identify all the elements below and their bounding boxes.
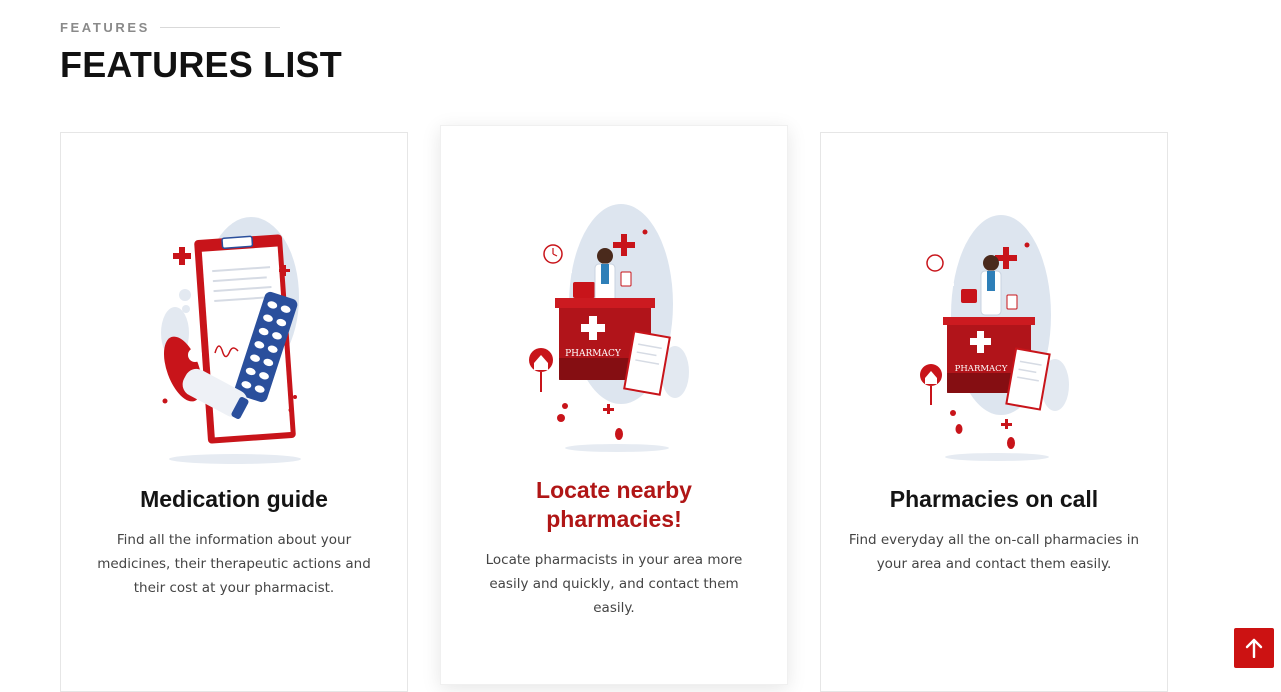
feature-description: Locate pharmacists in your area more eas…: [485, 552, 743, 616]
feature-card-pharmacies-on-call: PHARMACY Pharmacies on call Find everyda…: [820, 132, 1168, 692]
feature-title: Pharmacies on call: [889, 486, 1099, 512]
section-title: FEATURES LIST: [60, 44, 342, 85]
arrow-up-icon: [1245, 638, 1263, 658]
scroll-to-top-button[interactable]: [1234, 628, 1274, 668]
pharmacist-counter-illustration: PHARMACY: [529, 204, 689, 452]
feature-title: Medication guide: [140, 486, 328, 512]
pharmacy-sign-label: PHARMACY: [565, 349, 622, 359]
feature-description: Find everyday all the on-call pharmacies…: [848, 532, 1140, 572]
feature-card-locate-pharmacies: PHARMACY Locate nearby pharmacies! Locat…: [440, 125, 788, 685]
eyebrow-label: FEATURES: [60, 20, 150, 35]
section-eyebrow: FEATURES: [60, 20, 280, 35]
feature-title: Locate nearby pharmacies!: [536, 477, 692, 532]
feature-description: Find all the information about your medi…: [97, 532, 371, 596]
feature-card-medication-guide: Medication guide Find all the informatio…: [60, 132, 408, 692]
eyebrow-divider: [159, 27, 280, 28]
pharmacist-counter-illustration: PHARMACY: [920, 215, 1069, 461]
medication-clipboard-illustration: [161, 217, 301, 464]
pharmacy-sign-label: PHARMACY: [955, 364, 1008, 374]
